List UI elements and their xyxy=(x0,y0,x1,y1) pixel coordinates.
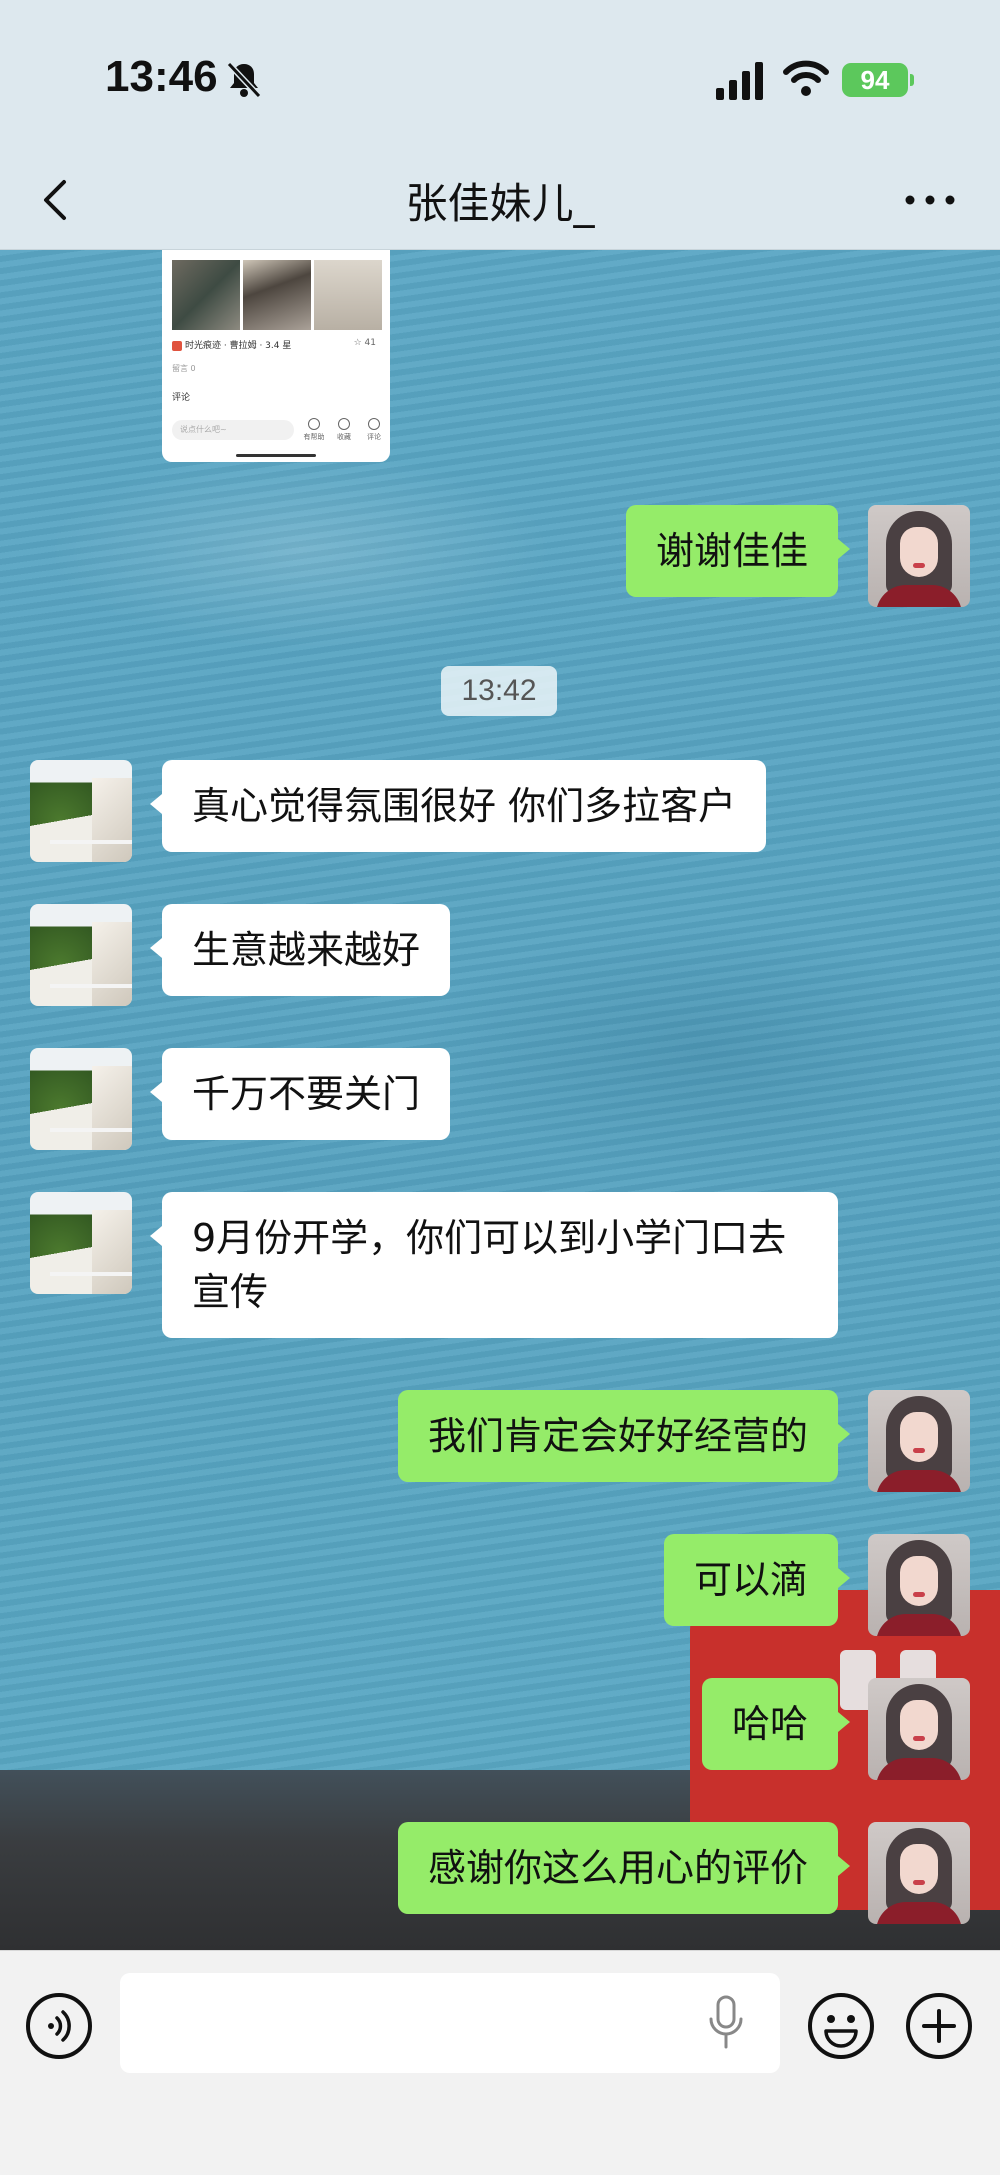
my-avatar[interactable] xyxy=(868,505,970,607)
message-bubble-received[interactable]: 真心觉得氛围很好 你们多拉客户 xyxy=(149,760,767,852)
thumbnail xyxy=(172,260,240,330)
home-indicator xyxy=(236,454,316,457)
message-bubble-sent[interactable]: 我们肯定会好好经营的 xyxy=(397,1390,851,1482)
shared-image-message[interactable]: 时光痕迹 · 曹拉姆 · 3.4 星 ☆ 41 留言 0 评论 说点什么吧~ 有… xyxy=(162,250,390,462)
message-bubble-received[interactable]: 生意越来越好 xyxy=(149,904,451,996)
image-line-1: 留言 0 xyxy=(172,364,196,373)
image-icon-label: 评论 xyxy=(367,433,381,441)
message-bubble-sent[interactable]: 哈哈 xyxy=(701,1678,851,1770)
thumbnail xyxy=(243,260,311,330)
message-bubble-received[interactable]: 9月份开学，你们可以到小学门口去宣传 xyxy=(150,1192,838,1338)
image-star-icon: 收藏 xyxy=(332,418,356,442)
chat-area[interactable]: 时光痕迹 · 曹拉姆 · 3.4 星 ☆ 41 留言 0 评论 说点什么吧~ 有… xyxy=(0,250,1000,1950)
message-bubble-received[interactable]: 千万不要关门 xyxy=(149,1048,451,1140)
my-avatar[interactable] xyxy=(868,1822,970,1924)
image-comment-icon: 评论 xyxy=(362,418,386,442)
image-comment-input: 说点什么吧~ xyxy=(172,420,294,440)
my-avatar[interactable] xyxy=(868,1390,970,1492)
chat-title: 张佳妹儿_ xyxy=(405,179,595,228)
contact-avatar[interactable] xyxy=(30,904,132,1006)
image-likes: ☆ 41 xyxy=(353,338,376,348)
plus-icon[interactable] xyxy=(904,1991,974,2061)
emoji-icon[interactable] xyxy=(806,1991,876,2061)
message-bubble-sent[interactable]: 可以滴 xyxy=(663,1534,851,1626)
thumbnail xyxy=(314,260,382,330)
image-line-2: 评论 xyxy=(172,393,191,403)
wifi-icon xyxy=(783,60,829,96)
input-bar xyxy=(0,1950,1000,2175)
image-icon-label: 有帮助 xyxy=(303,433,325,441)
status-bar: 13:46 94 xyxy=(0,0,1000,150)
message-bubble-sent[interactable]: 感谢你这么用心的评价 xyxy=(397,1822,851,1914)
battery-indicator: 94 xyxy=(842,63,914,97)
contact-avatar[interactable] xyxy=(30,760,132,862)
image-thumbnails xyxy=(172,260,382,330)
status-time: 13:46 xyxy=(105,52,218,101)
message-input[interactable] xyxy=(120,1973,780,2073)
signal-icon xyxy=(716,62,763,100)
nav-bar: 张佳妹儿_ xyxy=(0,150,1000,250)
message-timestamp: 13:42 xyxy=(441,666,557,716)
my-avatar[interactable] xyxy=(868,1534,970,1636)
message-bubble-sent[interactable]: 谢谢佳佳 xyxy=(625,505,851,597)
voice-icon[interactable] xyxy=(24,1991,94,2061)
my-avatar[interactable] xyxy=(868,1678,970,1780)
mic-icon[interactable] xyxy=(706,1995,746,2051)
bell-slash-icon xyxy=(226,61,262,99)
image-source-text: 时光痕迹 · 曹拉姆 · 3.4 星 xyxy=(185,341,292,351)
more-icon[interactable] xyxy=(902,190,958,210)
image-source: 时光痕迹 · 曹拉姆 · 3.4 星 xyxy=(172,338,291,351)
image-icon-label: 收藏 xyxy=(337,433,351,441)
image-helpful-icon: 有帮助 xyxy=(302,418,326,442)
battery-level: 94 xyxy=(860,65,890,95)
contact-avatar[interactable] xyxy=(30,1048,132,1150)
contact-avatar[interactable] xyxy=(30,1192,132,1294)
